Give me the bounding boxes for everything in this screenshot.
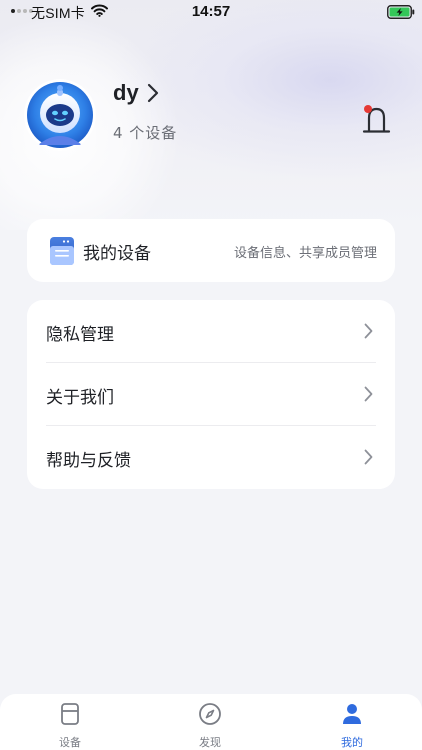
chevron-right-icon [364,323,373,339]
menu-item-privacy[interactable]: 隐私管理 [27,300,395,362]
status-time: 14:57 [191,3,231,20]
device-count: 4 个设备 [113,124,178,142]
menu-item-label: 隐私管理 [46,325,114,345]
astronaut-avatar-icon[interactable] [24,79,96,151]
tab-label: 设备 [59,736,81,749]
my-devices-description: 设备信息、共享成员管理 [233,246,377,261]
chevron-right-icon [364,449,373,465]
chevron-right-icon [147,83,158,103]
tab-mine[interactable]: 我的 [282,694,422,750]
profile-name-row[interactable]: dy [113,80,159,106]
tab-discover[interactable]: 发现 [140,694,280,750]
menu-item-help-feedback[interactable]: 帮助与反馈 [27,426,395,488]
my-devices-title: 我的设备 [83,244,151,264]
compass-icon [199,703,221,725]
tab-label: 发现 [199,736,221,749]
device-tab-icon [61,703,79,725]
notification-button[interactable] [356,102,396,138]
device-icon [50,237,74,265]
battery-charging-icon [387,5,415,19]
person-icon [343,704,361,724]
settings-menu-card: 隐私管理 关于我们 帮助与反馈 [27,300,395,489]
menu-item-about-us[interactable]: 关于我们 [27,363,395,425]
tab-devices[interactable]: 设备 [0,694,140,750]
chevron-right-icon [364,386,373,402]
menu-item-label: 关于我们 [46,388,114,408]
tab-label: 我的 [341,736,363,749]
username: dy [113,80,139,105]
my-devices-card[interactable]: 我的设备 设备信息、共享成员管理 [27,219,395,282]
menu-item-label: 帮助与反馈 [46,451,131,471]
bell-icon [362,107,391,133]
bottom-tab-bar: 设备 发现 我的 [0,694,422,750]
unread-badge [364,105,372,113]
status-bar: 无SIM卡 14:57 [0,0,422,24]
